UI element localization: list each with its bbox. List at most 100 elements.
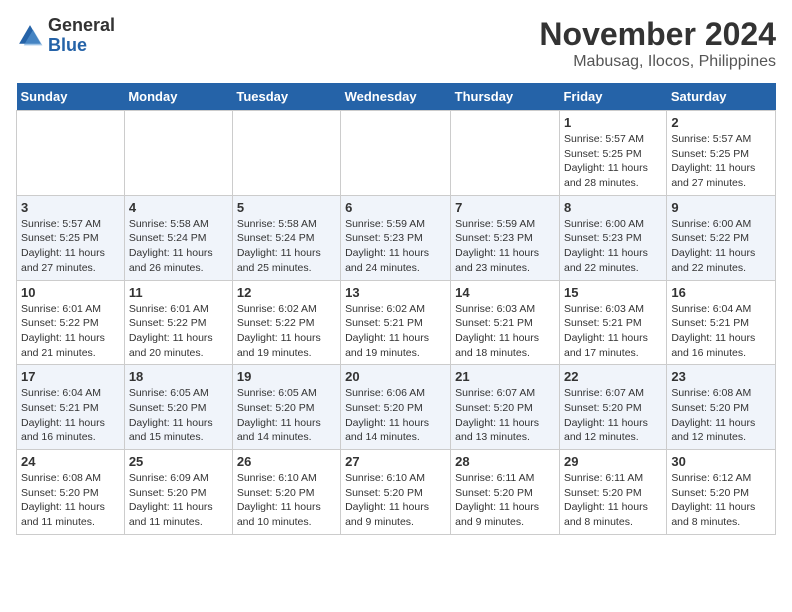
day-number: 28: [455, 454, 555, 469]
calendar-cell: 17Sunrise: 6:04 AM Sunset: 5:21 PM Dayli…: [17, 365, 125, 450]
day-number: 9: [671, 200, 771, 215]
cell-info: Sunrise: 6:11 AM Sunset: 5:20 PM Dayligh…: [455, 471, 555, 530]
calendar-cell: 8 Sunrise: 6:00 AM Sunset: 5:23 PM Daylig…: [559, 195, 666, 280]
cell-info: Sunrise: 6:00 AM Sunset: 5:23 PM Dayligh…: [564, 217, 662, 276]
calendar-cell: 29 Sunrise: 6:11 AM Sunset: 5:20 PM Dayli…: [559, 450, 666, 535]
calendar-cell: 23 Sunrise: 6:08 AM Sunset: 5:20 PM Dayli…: [667, 365, 776, 450]
day-number: 29: [564, 454, 662, 469]
cell-info: Sunrise: 6:01 AM Sunset: 5:22 PM Dayligh…: [129, 302, 228, 361]
cell-info: Sunrise: 6:11 AM Sunset: 5:20 PM Dayligh…: [564, 471, 662, 530]
calendar-cell: 27 Sunrise: 6:10 AM Sunset: 5:20 PM Dayli…: [341, 450, 451, 535]
calendar-cell: 26 Sunrise: 6:10 AM Sunset: 5:20 PM Dayli…: [232, 450, 340, 535]
calendar-cell: 1Sunrise: 5:57 AM Sunset: 5:25 PM Daylig…: [559, 111, 666, 196]
page-header: General Blue November 2024 Mabusag, Iloc…: [16, 16, 776, 71]
calendar-cell: 30 Sunrise: 6:12 AM Sunset: 5:20 PM Dayli…: [667, 450, 776, 535]
cell-info: Sunrise: 5:59 AM Sunset: 5:23 PM Dayligh…: [345, 217, 446, 276]
cell-info: Sunrise: 5:58 AM Sunset: 5:24 PM Dayligh…: [129, 217, 228, 276]
logo-icon: [16, 22, 44, 50]
day-number: 30: [671, 454, 771, 469]
calendar-week-row: 1Sunrise: 5:57 AM Sunset: 5:25 PM Daylig…: [17, 111, 776, 196]
cell-info: Sunrise: 6:10 AM Sunset: 5:20 PM Dayligh…: [345, 471, 446, 530]
cell-info: Sunrise: 6:08 AM Sunset: 5:20 PM Dayligh…: [671, 386, 771, 445]
day-number: 2: [671, 115, 771, 130]
calendar-cell: [451, 111, 560, 196]
day-number: 17: [21, 369, 120, 384]
calendar-cell: 4 Sunrise: 5:58 AM Sunset: 5:24 PM Daylig…: [124, 195, 232, 280]
day-number: 5: [237, 200, 336, 215]
day-number: 24: [21, 454, 120, 469]
cell-info: Sunrise: 6:05 AM Sunset: 5:20 PM Dayligh…: [237, 386, 336, 445]
day-number: 6: [345, 200, 446, 215]
calendar-cell: [341, 111, 451, 196]
location-subtitle: Mabusag, Ilocos, Philippines: [539, 53, 776, 71]
day-number: 15: [564, 285, 662, 300]
cell-info: Sunrise: 6:01 AM Sunset: 5:22 PM Dayligh…: [21, 302, 120, 361]
day-number: 11: [129, 285, 228, 300]
calendar-cell: 22 Sunrise: 6:07 AM Sunset: 5:20 PM Dayli…: [559, 365, 666, 450]
calendar-cell: [17, 111, 125, 196]
column-header-saturday: Saturday: [667, 83, 776, 111]
cell-info: Sunrise: 5:58 AM Sunset: 5:24 PM Dayligh…: [237, 217, 336, 276]
logo-general-text: General: [48, 15, 115, 35]
cell-info: Sunrise: 6:07 AM Sunset: 5:20 PM Dayligh…: [564, 386, 662, 445]
cell-info: Sunrise: 6:05 AM Sunset: 5:20 PM Dayligh…: [129, 386, 228, 445]
cell-info: Sunrise: 6:00 AM Sunset: 5:22 PM Dayligh…: [671, 217, 771, 276]
cell-info: Sunrise: 5:57 AM Sunset: 5:25 PM Dayligh…: [21, 217, 120, 276]
day-number: 3: [21, 200, 120, 215]
calendar-cell: 9 Sunrise: 6:00 AM Sunset: 5:22 PM Daylig…: [667, 195, 776, 280]
calendar-cell: 14 Sunrise: 6:03 AM Sunset: 5:21 PM Dayli…: [451, 280, 560, 365]
calendar-cell: 3 Sunrise: 5:57 AM Sunset: 5:25 PM Daylig…: [17, 195, 125, 280]
calendar-cell: 20Sunrise: 6:06 AM Sunset: 5:20 PM Dayli…: [341, 365, 451, 450]
calendar-cell: 24 Sunrise: 6:08 AM Sunset: 5:20 PM Dayli…: [17, 450, 125, 535]
calendar-cell: 21Sunrise: 6:07 AM Sunset: 5:20 PM Dayli…: [451, 365, 560, 450]
day-number: 12: [237, 285, 336, 300]
day-number: 27: [345, 454, 446, 469]
cell-info: Sunrise: 5:59 AM Sunset: 5:23 PM Dayligh…: [455, 217, 555, 276]
logo-blue-text: Blue: [48, 35, 87, 55]
cell-info: Sunrise: 6:10 AM Sunset: 5:20 PM Dayligh…: [237, 471, 336, 530]
month-year-title: November 2024: [539, 16, 776, 53]
cell-info: Sunrise: 6:03 AM Sunset: 5:21 PM Dayligh…: [455, 302, 555, 361]
cell-info: Sunrise: 6:02 AM Sunset: 5:21 PM Dayligh…: [345, 302, 446, 361]
day-number: 23: [671, 369, 771, 384]
cell-info: Sunrise: 6:09 AM Sunset: 5:20 PM Dayligh…: [129, 471, 228, 530]
day-number: 1: [564, 115, 662, 130]
cell-info: Sunrise: 6:12 AM Sunset: 5:20 PM Dayligh…: [671, 471, 771, 530]
day-number: 8: [564, 200, 662, 215]
day-number: 14: [455, 285, 555, 300]
cell-info: Sunrise: 6:08 AM Sunset: 5:20 PM Dayligh…: [21, 471, 120, 530]
day-number: 18: [129, 369, 228, 384]
calendar-cell: 5 Sunrise: 5:58 AM Sunset: 5:24 PM Daylig…: [232, 195, 340, 280]
day-number: 22: [564, 369, 662, 384]
cell-info: Sunrise: 6:02 AM Sunset: 5:22 PM Dayligh…: [237, 302, 336, 361]
day-number: 19: [237, 369, 336, 384]
calendar-cell: 16Sunrise: 6:04 AM Sunset: 5:21 PM Dayli…: [667, 280, 776, 365]
logo: General Blue: [16, 16, 115, 56]
day-number: 26: [237, 454, 336, 469]
cell-info: Sunrise: 6:06 AM Sunset: 5:20 PM Dayligh…: [345, 386, 446, 445]
calendar-cell: 25 Sunrise: 6:09 AM Sunset: 5:20 PM Dayli…: [124, 450, 232, 535]
column-header-thursday: Thursday: [451, 83, 560, 111]
column-header-monday: Monday: [124, 83, 232, 111]
calendar-cell: 28 Sunrise: 6:11 AM Sunset: 5:20 PM Dayli…: [451, 450, 560, 535]
calendar-cell: 11 Sunrise: 6:01 AM Sunset: 5:22 PM Dayli…: [124, 280, 232, 365]
calendar-cell: 13Sunrise: 6:02 AM Sunset: 5:21 PM Dayli…: [341, 280, 451, 365]
column-header-sunday: Sunday: [17, 83, 125, 111]
calendar-table: SundayMondayTuesdayWednesdayThursdayFrid…: [16, 83, 776, 535]
day-number: 4: [129, 200, 228, 215]
day-number: 21: [455, 369, 555, 384]
calendar-header-row: SundayMondayTuesdayWednesdayThursdayFrid…: [17, 83, 776, 111]
calendar-cell: 6 Sunrise: 5:59 AM Sunset: 5:23 PM Daylig…: [341, 195, 451, 280]
cell-info: Sunrise: 6:03 AM Sunset: 5:21 PM Dayligh…: [564, 302, 662, 361]
calendar-week-row: 24 Sunrise: 6:08 AM Sunset: 5:20 PM Dayli…: [17, 450, 776, 535]
calendar-week-row: 3 Sunrise: 5:57 AM Sunset: 5:25 PM Daylig…: [17, 195, 776, 280]
calendar-cell: 2Sunrise: 5:57 AM Sunset: 5:25 PM Daylig…: [667, 111, 776, 196]
day-number: 25: [129, 454, 228, 469]
day-number: 7: [455, 200, 555, 215]
calendar-cell: 10Sunrise: 6:01 AM Sunset: 5:22 PM Dayli…: [17, 280, 125, 365]
calendar-cell: 15 Sunrise: 6:03 AM Sunset: 5:21 PM Dayli…: [559, 280, 666, 365]
calendar-week-row: 17Sunrise: 6:04 AM Sunset: 5:21 PM Dayli…: [17, 365, 776, 450]
calendar-cell: 12 Sunrise: 6:02 AM Sunset: 5:22 PM Dayli…: [232, 280, 340, 365]
day-number: 16: [671, 285, 771, 300]
calendar-cell: 7 Sunrise: 5:59 AM Sunset: 5:23 PM Daylig…: [451, 195, 560, 280]
